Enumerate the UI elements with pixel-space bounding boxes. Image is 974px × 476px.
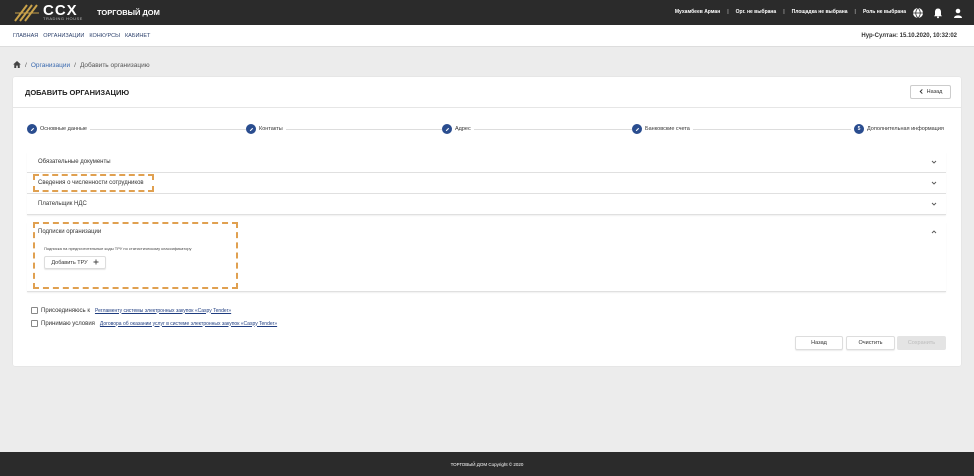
logo[interactable]: CCX TRADING HOUSE [13, 2, 93, 23]
breadcrumb: / Организации / Добавить организацию [13, 61, 150, 70]
chevron-down-icon [931, 160, 937, 164]
chevron-up-icon [931, 230, 937, 234]
page-title: ДОБАВИТЬ ОРГАНИЗАЦИЮ [25, 88, 130, 97]
nav-link-home[interactable]: ГЛАВНАЯ [13, 33, 38, 39]
step-main-data[interactable]: Основные данные [27, 124, 90, 134]
footer: ТОРГОВЫЙ ДОМ Copyright © 2020 [0, 452, 974, 476]
contract-link[interactable]: Договора об оказании услуг в системе эле… [100, 321, 277, 327]
step-number: 5 [854, 124, 864, 134]
regulation-link[interactable]: Регламенту системы электронных закупок «… [95, 308, 231, 314]
back-button[interactable]: Назад [795, 336, 843, 350]
bell-icon[interactable] [932, 6, 944, 19]
section-title: Подписки организации [38, 229, 102, 235]
breadcrumb-separator: / [25, 62, 27, 69]
separator: | [854, 9, 856, 15]
plus-icon [93, 259, 99, 267]
section-title: Сведения о численности сотрудников [38, 180, 144, 186]
section-header[interactable]: Плательщик НДС [27, 194, 946, 214]
top-bar: CCX TRADING HOUSE ТОРГОВЫЙ ДОМ Мухамбеев… [0, 0, 974, 25]
logo-mark-icon [14, 4, 39, 22]
logo-subtext: TRADING HOUSE [43, 16, 83, 21]
contract-checkbox[interactable] [31, 320, 38, 327]
save-button[interactable]: Сохранить [897, 336, 946, 350]
contract-label: Принимаю условия [41, 320, 95, 327]
agreement-contract-row: Принимаю условия Договора об оказании ус… [31, 320, 277, 327]
nav-link-organizations[interactable]: ОРГАНИЗАЦИИ [43, 33, 84, 39]
separator: | [727, 9, 729, 15]
section-body: Подписка на предпочтительные коды ТРУ по… [27, 246, 946, 269]
regulation-label: Присоединяюсь к [41, 307, 90, 314]
home-icon[interactable] [13, 61, 21, 70]
section-header[interactable]: Подписки организации [27, 222, 946, 242]
role-selector[interactable]: Роль не выбрана [863, 9, 906, 15]
chevron-down-icon [931, 181, 937, 185]
section-subscriptions: Подписки организации Подписка на предпоч… [27, 222, 946, 292]
breadcrumb-organizations[interactable]: Организации [31, 62, 70, 69]
divider [13, 107, 961, 108]
back-button-top[interactable]: Назад [910, 85, 951, 99]
step-additional-info[interactable]: 5 Дополнительная информация [851, 124, 947, 134]
main-nav: ГЛАВНАЯ ОРГАНИЗАЦИИ КОНКУРСЫ КАБИНЕТ Нур… [0, 25, 974, 47]
step-label: Адрес [455, 126, 471, 132]
separator: | [783, 9, 785, 15]
back-button-label: Назад [926, 89, 943, 95]
step-label: Контакты [259, 126, 283, 132]
pencil-icon [27, 124, 37, 134]
section-title: Обязательные документы [38, 159, 111, 165]
nav-link-tenders[interactable]: КОНКУРСЫ [89, 33, 120, 39]
footer-copyright: ТОРГОВЫЙ ДОМ Copyright © 2020 [450, 461, 524, 467]
top-icons [912, 6, 964, 19]
add-tru-button[interactable]: Добавить ТРУ [44, 256, 106, 269]
agreement-regulation-row: Присоединяюсь к Регламенту системы элект… [31, 307, 231, 314]
regulation-checkbox[interactable] [31, 307, 38, 314]
step-contacts[interactable]: Контакты [246, 124, 286, 134]
section-vat-payer[interactable]: Плательщик НДС [27, 194, 946, 215]
user-icon[interactable] [952, 6, 964, 18]
add-tru-label: Добавить ТРУ [51, 259, 88, 266]
section-required-documents[interactable]: Обязательные документы [27, 152, 946, 173]
step-label: Дополнительная информация [867, 126, 944, 132]
section-employee-count[interactable]: Сведения о численности сотрудников [27, 173, 946, 194]
user-area: Мухамбеев Арман | Орг. не выбрана | Площ… [675, 9, 906, 15]
breadcrumb-separator: / [74, 62, 76, 69]
globe-icon[interactable] [912, 6, 924, 19]
pencil-icon [246, 124, 256, 134]
nav-link-cabinet[interactable]: КАБИНЕТ [125, 33, 150, 39]
user-name[interactable]: Мухамбеев Арман [675, 9, 720, 15]
step-bank-accounts[interactable]: Банковские счета [632, 124, 693, 134]
section-header[interactable]: Обязательные документы [27, 152, 946, 172]
clear-button[interactable]: Очистить [846, 336, 895, 350]
stepper-line [77, 129, 937, 130]
step-label: Основные данные [40, 126, 87, 132]
step-address[interactable]: Адрес [442, 124, 474, 134]
stepper: Основные данные Контакты Адрес Банковски… [27, 124, 953, 136]
chevron-down-icon [931, 202, 937, 206]
pencil-icon [632, 124, 642, 134]
platform-selector[interactable]: Площадка не выбрана [792, 9, 848, 15]
section-header[interactable]: Сведения о численности сотрудников [27, 173, 946, 193]
nav-links: ГЛАВНАЯ ОРГАНИЗАЦИИ КОНКУРСЫ КАБИНЕТ [13, 33, 150, 39]
subscription-note: Подписка на предпочтительные коды ТРУ по… [44, 246, 192, 251]
chevron-left-icon [919, 88, 924, 96]
pencil-icon [442, 124, 452, 134]
brand-title: ТОРГОВЫЙ ДОМ [97, 8, 160, 17]
section-title: Плательщик НДС [38, 201, 87, 207]
datetime: Нур-Султан: 15.10.2020, 10:32:02 [861, 33, 957, 39]
step-label: Банковские счета [645, 126, 690, 132]
org-selector[interactable]: Орг. не выбрана [736, 9, 777, 15]
breadcrumb-current: Добавить организацию [79, 62, 150, 69]
